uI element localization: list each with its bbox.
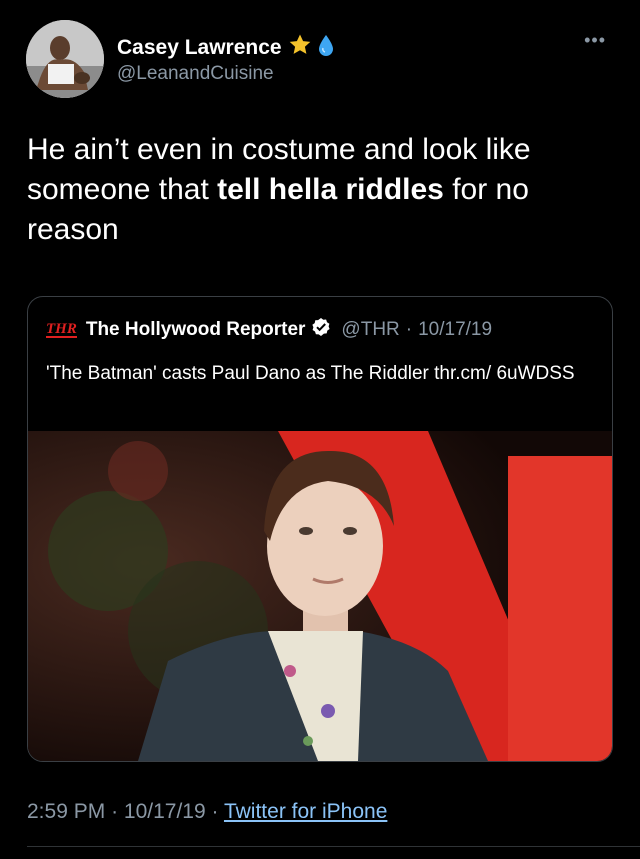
quoted-tweet[interactable]: THR The Hollywood Reporter @THR · 10/17/…: [27, 296, 613, 762]
star-icon: [288, 33, 312, 62]
meta-separator: ·: [111, 800, 119, 823]
more-options-icon[interactable]: •••: [584, 30, 606, 51]
droplet-icon: [318, 33, 334, 62]
thr-logo: THR: [46, 321, 77, 338]
tweet-meta: 2:59 PM · 10/17/19 · Twitter for iPhone: [27, 800, 387, 824]
tweet-text: He ain’t even in costume and look like s…: [27, 130, 617, 250]
meta-separator: ·: [211, 800, 219, 823]
tweet-time[interactable]: 2:59 PM: [27, 800, 105, 823]
quoted-tweet-text: 'The Batman' casts Paul Dano as The Ridd…: [46, 363, 575, 384]
verified-icon: [311, 317, 331, 343]
quoted-author-handle: @THR: [341, 319, 400, 340]
author-avatar[interactable]: [26, 20, 104, 98]
divider: [27, 846, 640, 847]
tweet-date[interactable]: 10/17/19: [124, 800, 206, 823]
quoted-tweet-image[interactable]: [28, 431, 612, 761]
tweet-source-link[interactable]: Twitter for iPhone: [224, 800, 387, 823]
quoted-tweet-header: THR The Hollywood Reporter @THR · 10/17/…: [46, 317, 492, 343]
tweet-text-bold: tell hella riddles: [217, 173, 444, 206]
author-name[interactable]: Casey Lawrence: [117, 36, 282, 60]
quoted-date: 10/17/19: [418, 319, 493, 340]
quoted-separator: ·: [405, 319, 413, 340]
quoted-author-name: The Hollywood Reporter: [85, 319, 306, 340]
author-handle[interactable]: @LeanandCuisine: [117, 63, 274, 85]
author-name-line[interactable]: Casey Lawrence: [117, 33, 334, 62]
